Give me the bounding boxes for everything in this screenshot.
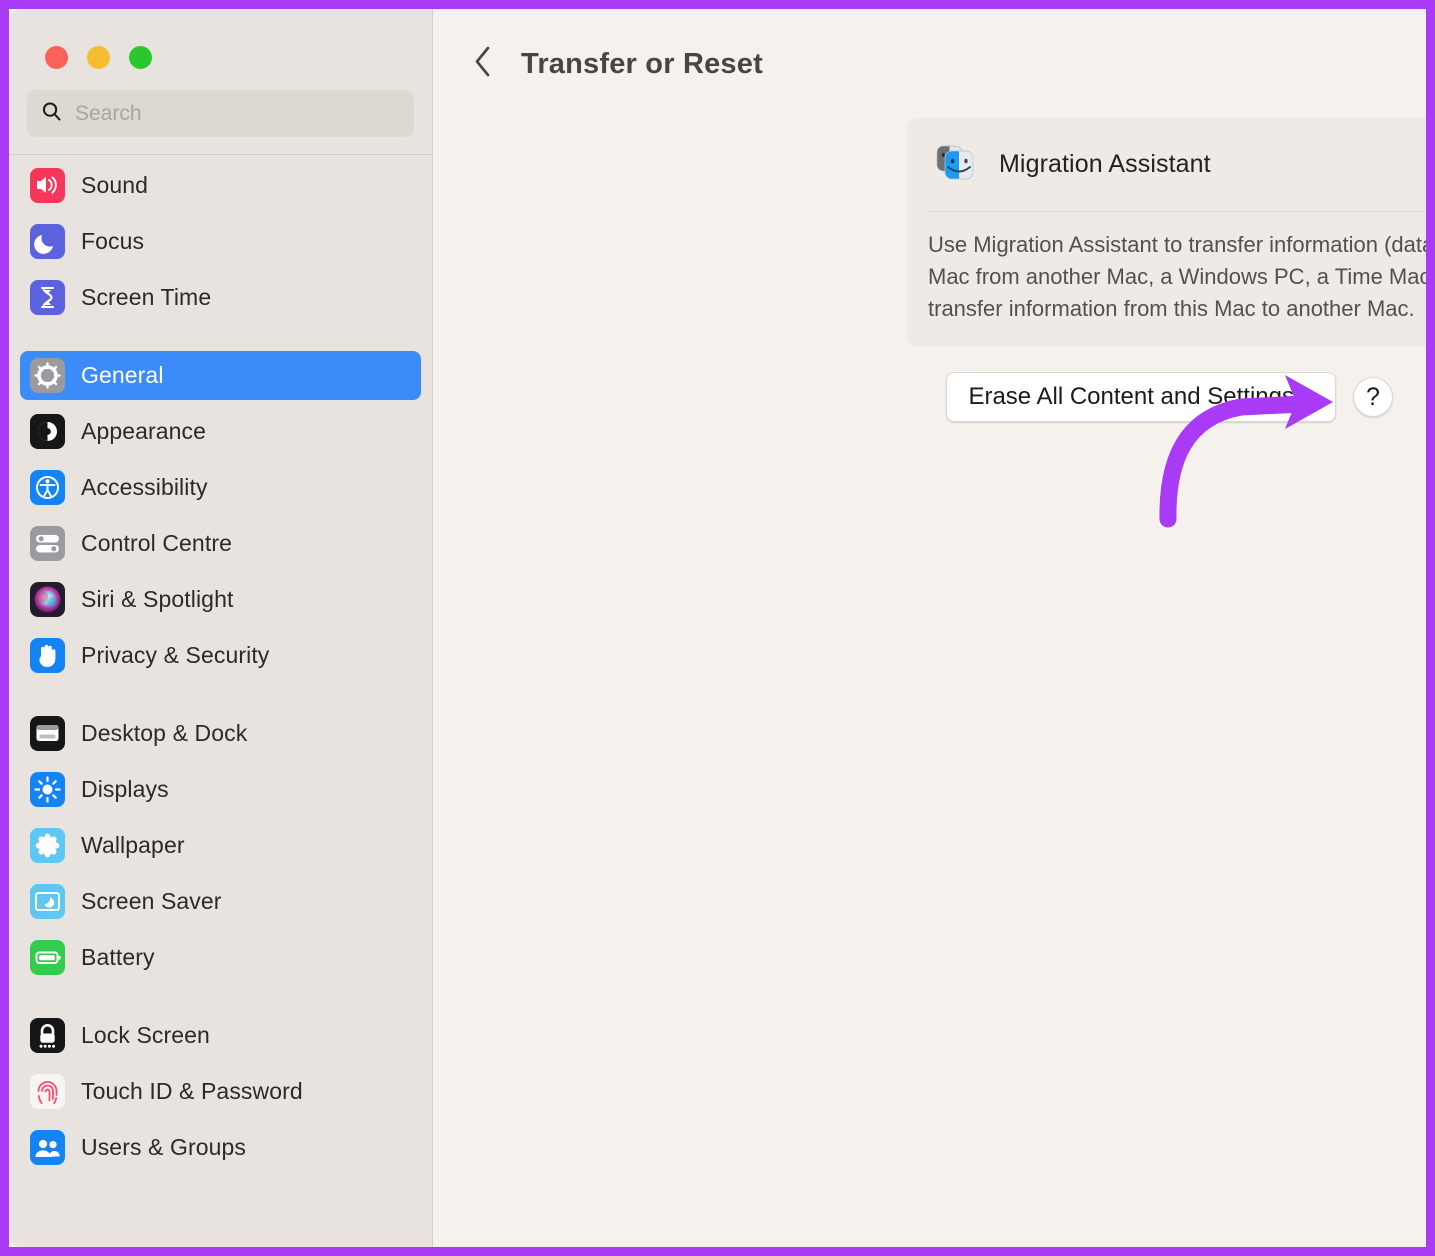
migration-assistant-description: Use Migration Assistant to transfer info…: [928, 232, 1426, 321]
sidebar: Sound Focus Screen Time General Appearance Ac…: [9, 9, 433, 1247]
sidebar-item-label: Screen Saver: [81, 888, 222, 914]
search-icon: [40, 100, 63, 128]
sidebar-item-label: Lock Screen: [81, 1022, 210, 1048]
sidebar-item-screen-saver[interactable]: Screen Saver: [20, 877, 421, 926]
users-groups-icon: [30, 1130, 65, 1165]
main-content: Transfer or Reset Migration Assistant Us…: [433, 9, 1426, 1247]
sidebar-item-label: Desktop & Dock: [81, 720, 248, 746]
sidebar-item-battery[interactable]: Battery: [20, 933, 421, 982]
sidebar-item-accessibility[interactable]: Accessibility: [20, 463, 421, 512]
sidebar-item-screen-time[interactable]: Screen Time: [20, 273, 421, 322]
erase-all-content-and-settings-button[interactable]: Erase All Content and Settings...: [946, 372, 1336, 422]
sidebar-item-label: Focus: [81, 228, 145, 254]
sidebar-item-privacy-security[interactable]: Privacy & Security: [20, 631, 421, 680]
close-button[interactable]: [45, 46, 68, 69]
sidebar-item-label: Appearance: [81, 418, 207, 444]
focus-moon-icon: [30, 224, 65, 259]
migration-assistant-icon: [933, 141, 979, 187]
sidebar-item-label: Displays: [81, 776, 169, 802]
chevron-left-icon: [473, 45, 492, 83]
sidebar-item-label: Touch ID & Password: [81, 1078, 303, 1104]
sidebar-item-siri-spotlight[interactable]: Siri & Spotlight: [20, 575, 421, 624]
nav-group-spacer: [20, 989, 421, 1011]
erase-row: Erase All Content and Settings... ?: [946, 372, 1393, 422]
battery-icon: [30, 940, 65, 975]
sidebar-item-general[interactable]: General: [20, 351, 421, 400]
minimize-button[interactable]: [87, 46, 110, 69]
sidebar-item-label: Screen Time: [81, 284, 212, 310]
sidebar-item-label: General: [81, 362, 164, 388]
sidebar-item-desktop-dock[interactable]: Desktop & Dock: [20, 709, 421, 758]
sidebar-item-touch-id-password[interactable]: Touch ID & Password: [20, 1067, 421, 1116]
sidebar-item-displays[interactable]: Displays: [20, 765, 421, 814]
sidebar-item-label: Privacy & Security: [81, 642, 270, 668]
sidebar-item-appearance[interactable]: Appearance: [20, 407, 421, 456]
siri-icon: [30, 582, 65, 617]
sidebar-item-label: Sound: [81, 172, 149, 198]
gear-icon: [30, 358, 65, 393]
maximize-button[interactable]: [129, 46, 152, 69]
fingerprint-icon: [30, 1074, 65, 1109]
privacy-hand-icon: [30, 638, 65, 673]
sidebar-item-label: Siri & Spotlight: [81, 586, 234, 612]
sidebar-item-label: Wallpaper: [81, 832, 185, 858]
screen-time-icon: [30, 280, 65, 315]
annotation-frame: Sound Focus Screen Time General Appearance Ac…: [0, 0, 1435, 1256]
sidebar-item-control-centre[interactable]: Control Centre: [20, 519, 421, 568]
back-button[interactable]: [469, 45, 495, 83]
migration-assistant-row: Migration Assistant Open Migration Assis…: [907, 117, 1426, 211]
sidebar-item-label: Accessibility: [81, 474, 208, 500]
migration-assistant-card: Migration Assistant Open Migration Assis…: [907, 117, 1426, 347]
page-title: Transfer or Reset: [521, 47, 763, 80]
window-controls: [9, 9, 432, 69]
displays-sun-icon: [30, 772, 65, 807]
sidebar-item-label: Users & Groups: [81, 1134, 247, 1160]
sidebar-item-lock-screen[interactable]: Lock Screen: [20, 1011, 421, 1060]
wallpaper-icon: [30, 828, 65, 863]
sidebar-item-users-groups[interactable]: Users & Groups: [20, 1123, 421, 1172]
screen-saver-icon: [30, 884, 65, 919]
control-centre-icon: [30, 526, 65, 561]
sidebar-item-label: Control Centre: [81, 530, 232, 556]
sidebar-item-label: Battery: [81, 944, 155, 970]
nav-group-spacer: [20, 329, 421, 351]
settings-nav-list[interactable]: Sound Focus Screen Time General Appearance Ac…: [9, 155, 432, 1247]
sidebar-item-sound[interactable]: Sound: [20, 161, 421, 210]
search-container: [9, 69, 432, 154]
sidebar-item-focus[interactable]: Focus: [20, 217, 421, 266]
lock-icon: [30, 1018, 65, 1053]
accessibility-icon: [30, 470, 65, 505]
sidebar-item-wallpaper[interactable]: Wallpaper: [20, 821, 421, 870]
search-field[interactable]: [27, 90, 414, 137]
desktop-dock-icon: [30, 716, 65, 751]
nav-group-spacer: [20, 687, 421, 709]
content-header: Transfer or Reset: [433, 9, 1426, 81]
search-input[interactable]: [75, 101, 401, 126]
sound-icon: [30, 168, 65, 203]
appearance-icon: [30, 414, 65, 449]
help-button[interactable]: ?: [1353, 377, 1393, 417]
migration-assistant-label: Migration Assistant: [999, 149, 1211, 178]
system-settings-window: Sound Focus Screen Time General Appearance Ac…: [9, 9, 1426, 1247]
